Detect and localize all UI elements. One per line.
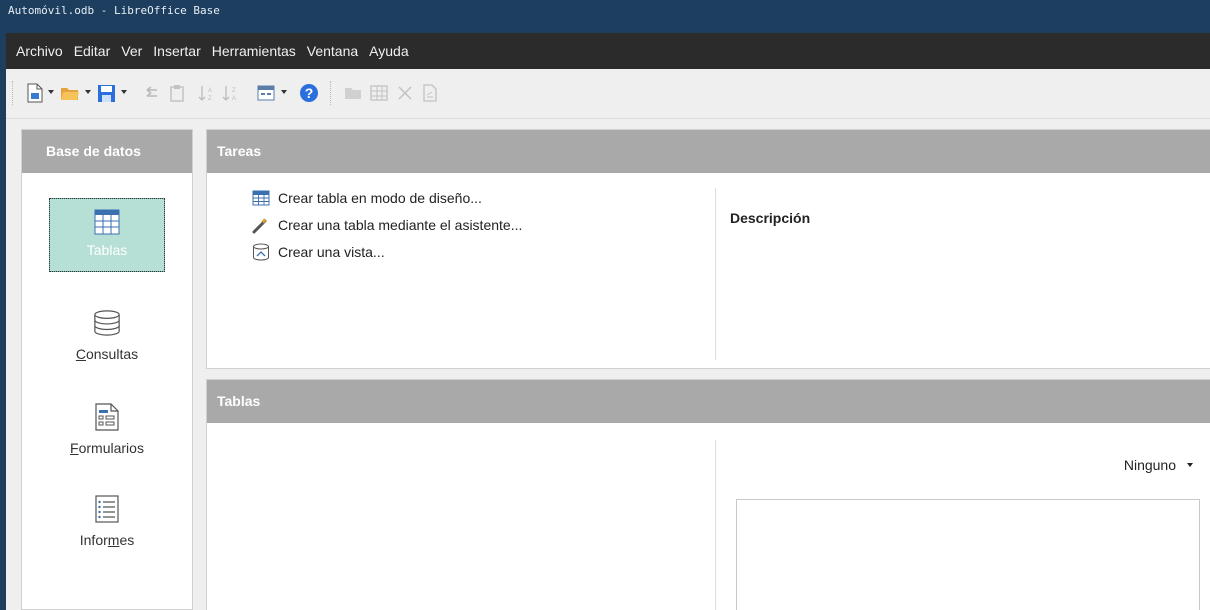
title-bar[interactable]: Automóvil.odb - LibreOffice Base [6,0,1210,33]
delete-icon [394,81,416,105]
query-icon [93,308,121,338]
menu-ayuda[interactable]: Ayuda [369,43,408,59]
menu-herramientas[interactable]: Herramientas [212,43,296,59]
sidebar-item-tablas[interactable]: Tablas [49,198,165,272]
toolbar-separator [330,81,332,105]
svg-text:?: ? [305,85,314,101]
database-content: Base de datos Tablas Consultas Formulari… [6,119,1210,610]
svg-text:A: A [208,88,212,94]
svg-text:Z: Z [232,88,236,94]
database-sidebar: Base de datos Tablas Consultas Formulari… [21,129,193,610]
window-title: Automóvil.odb - LibreOffice Base [8,4,220,17]
wizard-icon [251,216,271,234]
sidebar-item-label-rest: onsultas [85,346,139,362]
sidebar-item-label-rest: es [119,532,135,548]
task-create-table-design[interactable]: Crear tabla en modo de diseño... [251,184,522,211]
rename-icon [420,81,440,105]
tables-divider [715,440,716,610]
sidebar-header: Base de datos [22,130,192,173]
tasks-panel: Tareas Crear tabla en modo de diseño... … [206,129,1210,369]
form-view-icon[interactable] [254,81,278,105]
new-document-icon[interactable] [24,81,46,105]
tasks-divider [715,188,716,360]
task-label: Crear tabla en modo de diseño... [278,189,482,206]
save-dropdown-arrow[interactable] [121,90,127,94]
toolbar-grip[interactable] [12,81,14,105]
description-label: Descripción [730,210,811,226]
menu-archivo[interactable]: Archivo [16,43,63,59]
task-label: Crear una vista... [278,243,385,260]
form-icon [93,402,121,432]
paste-icon [166,81,188,105]
tables-header: Tablas [207,380,1210,423]
sidebar-item-formularios[interactable]: Formularios [22,402,192,456]
sidebar-item-informes[interactable]: Informes [22,494,192,548]
view-icon [251,243,271,261]
report-icon [93,494,121,524]
menu-editar[interactable]: Editar [74,43,111,59]
preview-mode-value: Ninguno [1123,457,1176,473]
tables-panel: Tablas Ninguno [206,379,1210,610]
task-label: Crear una tabla mediante el asistente... [278,216,523,233]
menu-ventana[interactable]: Ventana [307,43,358,59]
svg-text:A: A [232,96,236,102]
sidebar-item-label: Tablas [86,242,128,258]
help-icon[interactable]: ? [298,81,320,105]
task-create-table-wizard[interactable]: Crear una tabla mediante el asistente... [251,211,522,238]
standard-toolbar: AZ ZA ? [6,69,1210,119]
table-icon [93,207,121,237]
menu-bar: Archivo Editar Ver Insertar Herramientas… [6,33,1210,69]
preview-area [736,499,1200,610]
undo-icon [140,81,162,105]
application-window: Automóvil.odb - LibreOffice Base Archivo… [0,0,1210,610]
sidebar-item-label: Formularios [70,440,144,456]
form-view-dropdown-arrow[interactable] [281,90,287,94]
new-dropdown-arrow[interactable] [48,90,54,94]
sidebar-item-label-rest: ormularios [78,440,144,456]
sidebar-item-label: Consultas [75,346,139,362]
task-list: Crear tabla en modo de diseño... Crear u… [251,184,522,265]
tasks-header: Tareas [207,130,1210,173]
task-create-view[interactable]: Crear una vista... [251,238,522,265]
menu-insertar[interactable]: Insertar [153,43,200,59]
chevron-down-icon [1187,463,1193,467]
sort-ascending-icon: AZ [196,81,218,105]
open-db-object-icon [342,81,364,105]
save-icon[interactable] [94,81,118,105]
open-folder-icon[interactable] [58,81,82,105]
open-dropdown-arrow[interactable] [85,90,91,94]
svg-text:Z: Z [208,96,212,102]
edit-table-icon [368,81,390,105]
sidebar-item-consultas[interactable]: Consultas [22,308,192,362]
preview-mode-dropdown[interactable]: Ninguno [1124,457,1193,473]
sidebar-item-label: Informes [79,532,135,548]
sort-descending-icon: ZA [220,81,242,105]
menu-ver[interactable]: Ver [121,43,142,59]
table-design-icon [251,189,271,207]
